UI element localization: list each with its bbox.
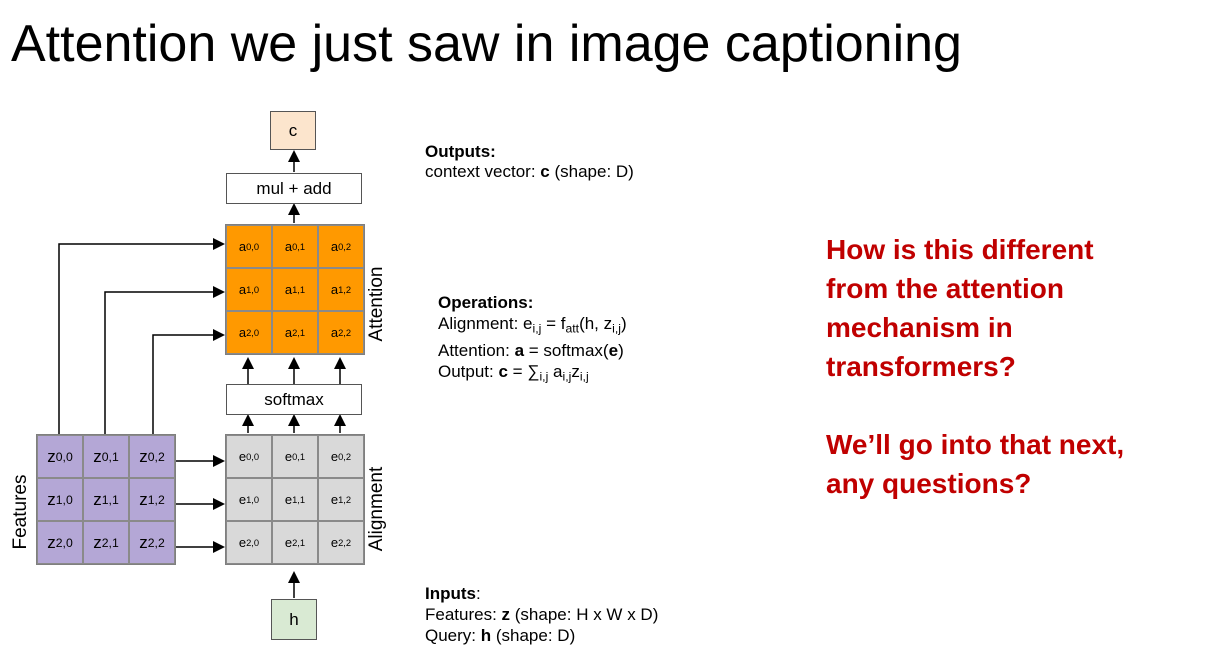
attention-cell: a 0,0: [226, 225, 272, 268]
feature-cell: z 1,1: [83, 478, 129, 521]
alignment-cell: e 0,0: [226, 435, 272, 478]
feature-cell: z 2,0: [37, 521, 83, 564]
arrow-feature-col-2: [152, 329, 225, 435]
feature-cell: z 0,1: [83, 435, 129, 478]
attention-cell: a 1,1: [272, 268, 318, 311]
arrow-feature-col-0: [58, 238, 225, 435]
operations-block: Operations: Alignment: ei,j = fatt(h, zi…: [438, 292, 627, 387]
operations-heading: Operations:: [438, 293, 534, 312]
operations-output: Output: c = ∑i,j ai,jzi,j: [438, 361, 589, 384]
alignment-cell: e 0,1: [272, 435, 318, 478]
mul-add-box: mul + add: [226, 173, 362, 204]
alignment-cell: e 1,2: [318, 478, 364, 521]
feature-cell: z 0,2: [129, 435, 175, 478]
attention-cell: a 1,0: [226, 268, 272, 311]
features-label: Features: [10, 474, 31, 550]
features-grid: z 0,0 z 0,1 z 0,2 z 1,0 z 1,1 z 1,2 z 2,0 z 2,1 z 2,2: [36, 434, 176, 565]
attention-cell: a 0,1: [272, 225, 318, 268]
operations-alignment: Alignment: ei,j = fatt(h, zi,j): [438, 314, 627, 336]
softmax-box: softmax: [226, 384, 362, 415]
attention-cell: a 1,2: [318, 268, 364, 311]
alignment-label: Alignment: [366, 466, 387, 552]
outputs-block: Outputs: context vector: c (shape: D): [425, 142, 634, 182]
alignment-cell: e 2,1: [272, 521, 318, 564]
inputs-features: Features: z (shape: H x W x D): [425, 605, 659, 624]
feature-cell: z 0,0: [37, 435, 83, 478]
feature-cell: z 2,1: [83, 521, 129, 564]
operations-attention: Attention: a = softmax(e): [438, 340, 624, 360]
feature-cell: z 1,0: [37, 478, 83, 521]
attention-grid: a 0,0 a 0,1 a 0,2 a 1,0 a 1,1 a 1,2 a 2,0 a 2,1 a 2,2: [225, 224, 365, 355]
alignment-cell: e 2,0: [226, 521, 272, 564]
feature-cell: z 2,2: [129, 521, 175, 564]
inputs-block: Inputs: Features: z (shape: H x W x D) Q…: [425, 584, 659, 645]
query-box: h: [271, 599, 317, 640]
outputs-heading: Outputs:: [425, 142, 496, 161]
context-vector-box: c: [270, 111, 316, 150]
inputs-heading: Inputs: [425, 584, 476, 603]
inputs-query: Query: h (shape: D): [425, 626, 576, 645]
attention-label: Attention: [366, 266, 387, 342]
attention-cell: a 2,0: [226, 311, 272, 354]
alignment-cell: e 1,1: [272, 478, 318, 521]
alignment-cell: e 0,2: [318, 435, 364, 478]
outputs-line: context vector: c (shape: D): [425, 162, 634, 181]
alignment-cell: e 2,2: [318, 521, 364, 564]
attention-cell: a 2,2: [318, 311, 364, 354]
alignment-grid: e 0,0 e 0,1 e 0,2 e 1,0 e 1,1 e 1,2 e 2,0 e 2,1 e 2,2: [225, 434, 365, 565]
question-text: How is this different from the attention…: [826, 234, 1125, 499]
alignment-cell: e 1,0: [226, 478, 272, 521]
attention-cell: a 2,1: [272, 311, 318, 354]
feature-cell: z 1,2: [129, 478, 175, 521]
arrow-feature-col-1: [104, 286, 225, 435]
attention-cell: a 0,2: [318, 225, 364, 268]
